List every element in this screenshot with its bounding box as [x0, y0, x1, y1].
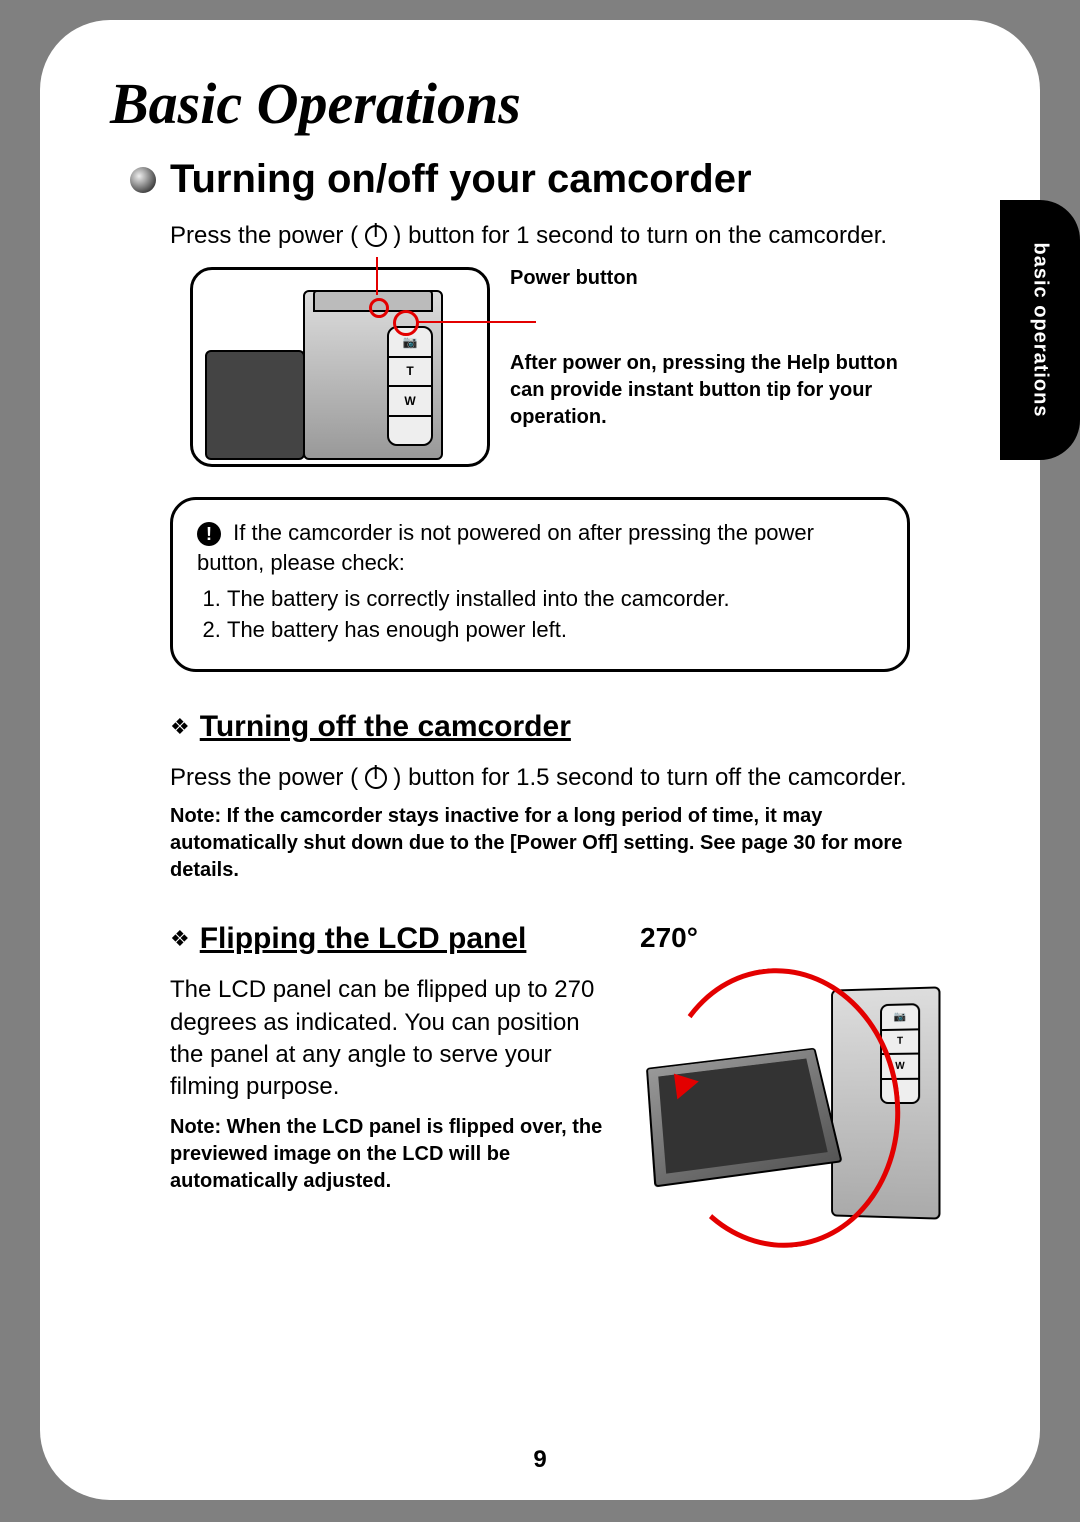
camcorder-illustration: 📷 T W: [190, 267, 490, 467]
help-button-tip-label: After power on, pressing the Help button…: [510, 350, 930, 431]
chapter-title: Basic Operations: [110, 70, 970, 137]
diagram-callout-text: Power button After power on, pressing th…: [510, 267, 970, 431]
text-pre: Press the power (: [170, 764, 358, 791]
cam-btn: [389, 417, 431, 445]
camcorder-flip-illustration: 📷 T W: [640, 958, 950, 1258]
subsection-heading-row: ❖ Flipping the LCD panel: [170, 922, 610, 956]
power-icon: [365, 225, 387, 247]
flip-note: Note: When the LCD panel is flipped over…: [170, 1114, 610, 1195]
angle-label: 270°: [640, 922, 970, 954]
cam-btn: 📷: [882, 1005, 918, 1030]
troubleshoot-note-box: ! If the camcorder is not powered on aft…: [170, 497, 910, 672]
cam-btn: T: [389, 358, 431, 388]
turn-off-text: Press the power ( ) button for 1.5 secon…: [170, 762, 970, 793]
section-heading: Turning on/off your camcorder: [170, 157, 752, 202]
subsection-heading-row: ❖ Turning off the camcorder: [170, 710, 970, 744]
section-heading-row: Turning on/off your camcorder: [130, 157, 970, 202]
note-item: The battery has enough power left.: [227, 615, 883, 645]
bullet-icon: [130, 167, 156, 193]
camcorder-screen: [205, 350, 305, 460]
section-side-tab: basic operations: [1000, 200, 1080, 460]
diamond-bullet-icon: ❖: [170, 928, 190, 950]
subsection-heading: Turning off the camcorder: [200, 710, 571, 744]
page-number: 9: [40, 1446, 1040, 1474]
power-icon: [365, 767, 387, 789]
text-post: ) button for 1.5 second to turn off the …: [393, 764, 906, 791]
intro-text: Press the power ( ) button for 1 second …: [170, 220, 970, 251]
flip-description: The LCD panel can be flipped up to 270 d…: [170, 974, 610, 1104]
diagram-power-button: 📷 T W Power button After power on, press…: [190, 267, 970, 467]
callout-line: [416, 321, 536, 323]
note-icon: !: [197, 522, 221, 546]
callout-circle-icon: [393, 310, 419, 336]
callout-line: [376, 257, 378, 295]
note-item: The battery is correctly installed into …: [227, 584, 883, 614]
subsection-heading: Flipping the LCD panel: [200, 922, 527, 956]
manual-page: basic operations Basic Operations Turnin…: [40, 20, 1040, 1500]
cam-btn: W: [389, 387, 431, 417]
diamond-bullet-icon: ❖: [170, 716, 190, 738]
intro-post: ) button for 1 second to turn on the cam…: [393, 222, 887, 249]
power-button-label: Power button: [510, 267, 970, 290]
flip-text-column: ❖ Flipping the LCD panel The LCD panel c…: [170, 922, 610, 1258]
note-list: The battery is correctly installed into …: [227, 584, 883, 645]
intro-pre: Press the power (: [170, 222, 358, 249]
note-intro: If the camcorder is not powered on after…: [197, 520, 814, 575]
camcorder-button-panel: 📷 T W: [387, 326, 433, 446]
flip-lcd-row: ❖ Flipping the LCD panel The LCD panel c…: [170, 922, 970, 1258]
auto-off-note: Note: If the camcorder stays inactive fo…: [170, 803, 950, 884]
flip-illustration-column: 270° 📷 T W: [640, 922, 970, 1258]
side-tab-label: basic operations: [1029, 243, 1052, 418]
